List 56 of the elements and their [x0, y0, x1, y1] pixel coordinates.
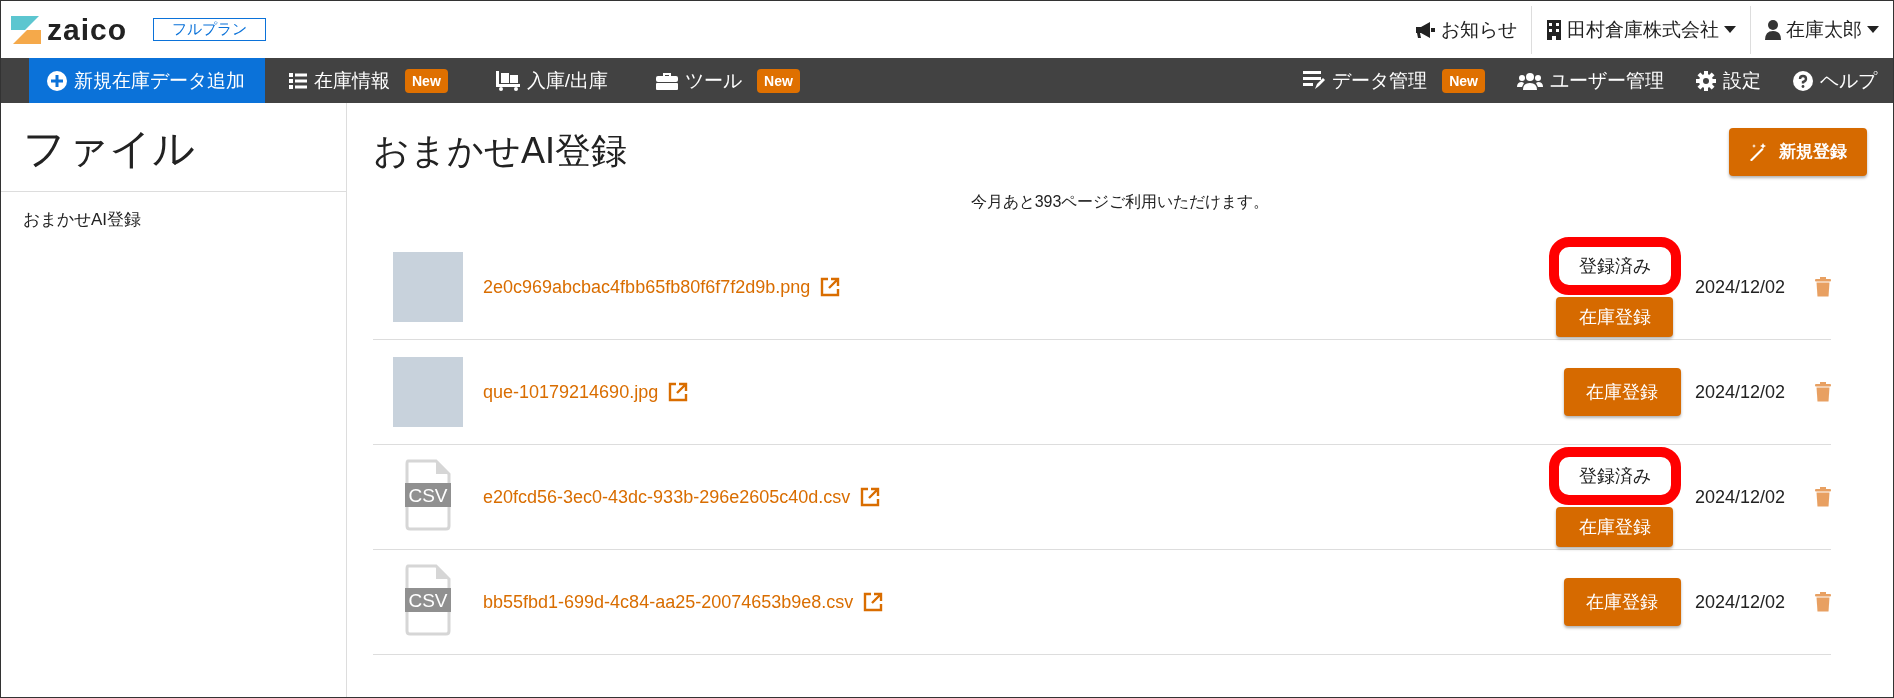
nav-item[interactable]: 設定: [1680, 58, 1777, 103]
list-icon: [289, 72, 307, 89]
plus-circle-icon: [47, 70, 67, 91]
registered-tag: 登録済み: [1548, 447, 1681, 505]
new-badge: New: [757, 68, 800, 93]
external-link-icon[interactable]: [668, 382, 689, 402]
sidebar-item[interactable]: おまかせAI登録: [1, 192, 346, 247]
sidebar-title: ファイル: [1, 103, 346, 192]
registered-tag: 登録済み: [1548, 237, 1681, 295]
header-link[interactable]: お知らせ: [1400, 5, 1531, 54]
photo-placeholder: [393, 252, 463, 322]
megaphone-icon: [1414, 20, 1436, 39]
trash-icon[interactable]: [1815, 277, 1831, 297]
building-icon: [1546, 19, 1562, 40]
trash-icon[interactable]: [1815, 592, 1831, 612]
header-link[interactable]: 田村倉庫株式会社: [1531, 5, 1750, 54]
csv-file-icon: CSV: [405, 459, 451, 531]
nav-item[interactable]: ヘルプ: [1777, 58, 1893, 103]
date-text: 2024/12/02: [1694, 486, 1785, 508]
toolbox-icon: [656, 71, 679, 90]
magic-wand-icon: [1749, 142, 1767, 161]
photo-placeholder: [393, 357, 463, 427]
nav-item[interactable]: データ管理 New: [1287, 58, 1501, 103]
nav-item[interactable]: 在庫情報 New: [265, 58, 472, 103]
users-icon: [1517, 71, 1543, 90]
usage-notice: 今月あと393ページご利用いただけます。: [969, 192, 1271, 212]
register-stock-button[interactable]: 在庫登録: [1556, 507, 1674, 547]
person-icon: [1765, 19, 1781, 40]
nav-item[interactable]: 入庫/出庫: [471, 58, 633, 103]
plan-label: フルプラン: [153, 18, 267, 41]
register-stock-button[interactable]: 在庫登録: [1556, 297, 1674, 337]
new-badge: New: [405, 68, 448, 93]
register-stock-button[interactable]: 在庫登録: [1563, 368, 1681, 416]
logo-icon: [11, 15, 41, 44]
date-text: 2024/12/02: [1694, 381, 1785, 403]
nav-item[interactable]: ユーザー管理: [1501, 58, 1680, 103]
external-link-icon[interactable]: [863, 592, 884, 612]
trash-icon[interactable]: [1815, 487, 1831, 507]
settings-icon: [1696, 70, 1716, 91]
logo-text: zaico: [47, 12, 128, 47]
new-badge: New: [1442, 68, 1485, 93]
date-text: 2024/12/02: [1694, 276, 1785, 298]
nav-item[interactable]: ツール New: [632, 58, 824, 103]
new-register-button[interactable]: 新規登録: [1729, 127, 1867, 176]
trash-icon[interactable]: [1815, 382, 1831, 402]
dolly-icon: [495, 70, 520, 91]
external-link-icon[interactable]: [860, 487, 881, 507]
header-link[interactable]: 在庫太郎: [1750, 5, 1893, 54]
external-link-icon[interactable]: [820, 277, 841, 297]
register-stock-button[interactable]: 在庫登録: [1563, 578, 1681, 626]
page-title: おまかせAI登録: [373, 129, 627, 173]
date-text: 2024/12/02: [1694, 591, 1785, 613]
lines-edit-icon: [1303, 70, 1326, 91]
help-icon: [1793, 70, 1813, 91]
add-data-button[interactable]: 新規在庫データ追加: [29, 58, 265, 103]
csv-file-icon: CSV: [405, 564, 451, 636]
